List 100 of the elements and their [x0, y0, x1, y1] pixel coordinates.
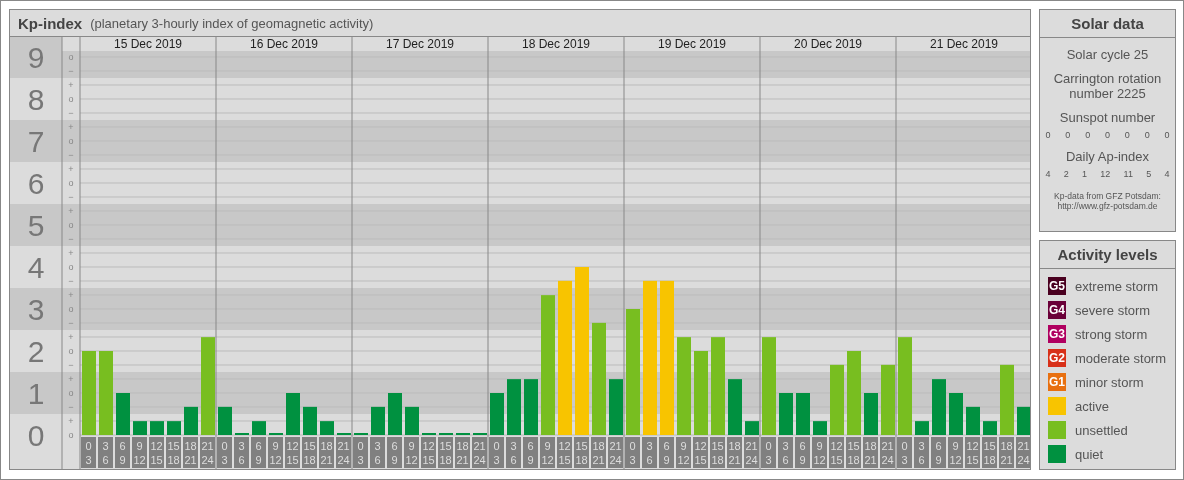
date-label: 16 Dec 2019: [249, 37, 319, 51]
time-interval-label: 15 18: [982, 437, 997, 468]
time-interval-label: 15 18: [574, 437, 589, 468]
time-interval-label: 21 24: [472, 437, 487, 468]
kp-bar: [303, 406, 317, 435]
kp-bar: [813, 421, 827, 435]
time-interval-label: 21 24: [336, 437, 351, 468]
time-interval-label: 12 15: [421, 437, 436, 468]
legend-label: extreme storm: [1075, 278, 1159, 294]
time-interval-label: 3 6: [642, 437, 657, 468]
kp-level-label: 7: [27, 125, 45, 158]
ap-index-value: 1: [1082, 169, 1088, 179]
date-label: 19 Dec 2019: [657, 37, 727, 51]
sub-level-tick: +: [68, 332, 74, 342]
kp-bar: [966, 406, 980, 435]
kp-bar: [490, 393, 504, 435]
kp-bar: [218, 406, 232, 435]
time-interval-label: 3 6: [506, 437, 521, 468]
kp-bar: [286, 393, 300, 435]
time-interval-label: 9 12: [268, 437, 283, 468]
kp-level-label: 9: [27, 41, 45, 74]
sub-level-tick: o: [68, 94, 74, 104]
sunspot-number-heading: Sunspot number: [1058, 110, 1157, 125]
kp-bar: [983, 421, 997, 435]
time-interval-label: 9 12: [676, 437, 691, 468]
kp-bar: [949, 393, 963, 435]
sub-level-tick: +: [68, 164, 74, 174]
date-label: 20 Dec 2019: [793, 37, 863, 51]
sub-level-tick: −: [68, 108, 74, 118]
sunspot-value: 0: [1164, 130, 1170, 140]
time-interval-label: 3 6: [778, 437, 793, 468]
time-interval-label: 9 12: [404, 437, 419, 468]
time-interval-label: 18 21: [999, 437, 1014, 468]
time-interval-label: 12 15: [557, 437, 572, 468]
legend-swatch: G5: [1048, 277, 1066, 295]
time-interval-label: 12 15: [149, 437, 164, 468]
sub-level-tick: −: [68, 360, 74, 370]
legend-label: strong storm: [1075, 326, 1148, 342]
kp-bar: [728, 379, 742, 435]
time-interval-label: 3 6: [234, 437, 249, 468]
sunspot-value: 0: [1144, 130, 1150, 140]
time-interval-label: 12 15: [965, 437, 980, 468]
legend-swatch: G1: [1048, 373, 1066, 391]
sub-level-tick: −: [68, 276, 74, 286]
time-interval-label: 18 21: [319, 437, 334, 468]
kp-bar: [150, 421, 164, 435]
time-interval-label: 12 15: [285, 437, 300, 468]
time-interval-label: 15 18: [710, 437, 725, 468]
sunspot-value: 0: [1124, 130, 1130, 140]
kp-bar: [184, 406, 198, 435]
kp-bar: [915, 421, 929, 435]
sub-level-tick: −: [68, 234, 74, 244]
sunspot-value: 0: [1045, 130, 1051, 140]
time-interval-label: 18 21: [591, 437, 606, 468]
time-interval-label: 21 24: [744, 437, 759, 468]
date-label: 17 Dec 2019: [385, 37, 455, 51]
legend-label: active: [1075, 398, 1109, 414]
sunspot-value: 0: [1105, 130, 1110, 140]
legend-label: unsettled: [1075, 422, 1128, 438]
sub-level-tick: o: [68, 178, 74, 188]
time-interval-label: 3 6: [370, 437, 385, 468]
legend-swatch: G2: [1048, 349, 1066, 367]
time-interval-label: 3 6: [914, 437, 929, 468]
sub-level-tick: +: [68, 416, 74, 426]
kp-bar: [116, 393, 130, 435]
time-interval-label: 6 9: [659, 437, 674, 468]
legend-swatch: G3: [1048, 325, 1066, 343]
sunspot-value: 0: [1065, 130, 1071, 140]
time-interval-label: 6 9: [115, 437, 130, 468]
time-interval-label: 0 3: [217, 437, 232, 468]
time-interval-label: 21 24: [608, 437, 623, 468]
legend-swatch: G4: [1048, 301, 1066, 319]
data-source-note: Kp-data from GFZ Potsdam: http://www.gfz-potsdam.de: [1054, 191, 1161, 211]
sub-level-tick: +: [68, 248, 74, 258]
sub-level-tick: −: [68, 318, 74, 328]
sub-level-tick: o: [68, 262, 74, 272]
time-interval-label: 18 21: [183, 437, 198, 468]
sub-level-tick: o: [68, 430, 74, 440]
kp-level-label: 0: [27, 419, 45, 452]
kp-bar: [932, 379, 946, 435]
kp-bar: [507, 379, 521, 435]
kp-level-label: 2: [27, 335, 45, 368]
time-interval-label: 21 24: [880, 437, 895, 468]
time-interval-label: 0 3: [489, 437, 504, 468]
kp-bar: [388, 393, 402, 435]
time-interval-label: 21 24: [200, 437, 215, 468]
solar-cycle-text: Solar cycle 25: [1065, 47, 1150, 62]
legend-label: minor storm: [1075, 374, 1144, 390]
sub-level-tick: −: [68, 150, 74, 160]
ap-index-value: 2: [1063, 169, 1069, 179]
time-interval-label: 9 12: [132, 437, 147, 468]
sub-level-tick: +: [68, 80, 74, 90]
kp-bar: [167, 421, 181, 435]
time-interval-label: 6 9: [523, 437, 538, 468]
time-interval-label: 12 15: [829, 437, 844, 468]
chart-subtitle: (planetary 3-hourly index of geomagnetic activity): [90, 15, 374, 31]
time-interval-label: 0 3: [897, 437, 912, 468]
date-label: 21 Dec 2019: [929, 37, 999, 51]
sub-level-tick: o: [68, 346, 74, 356]
legend-label: severe storm: [1075, 302, 1151, 318]
